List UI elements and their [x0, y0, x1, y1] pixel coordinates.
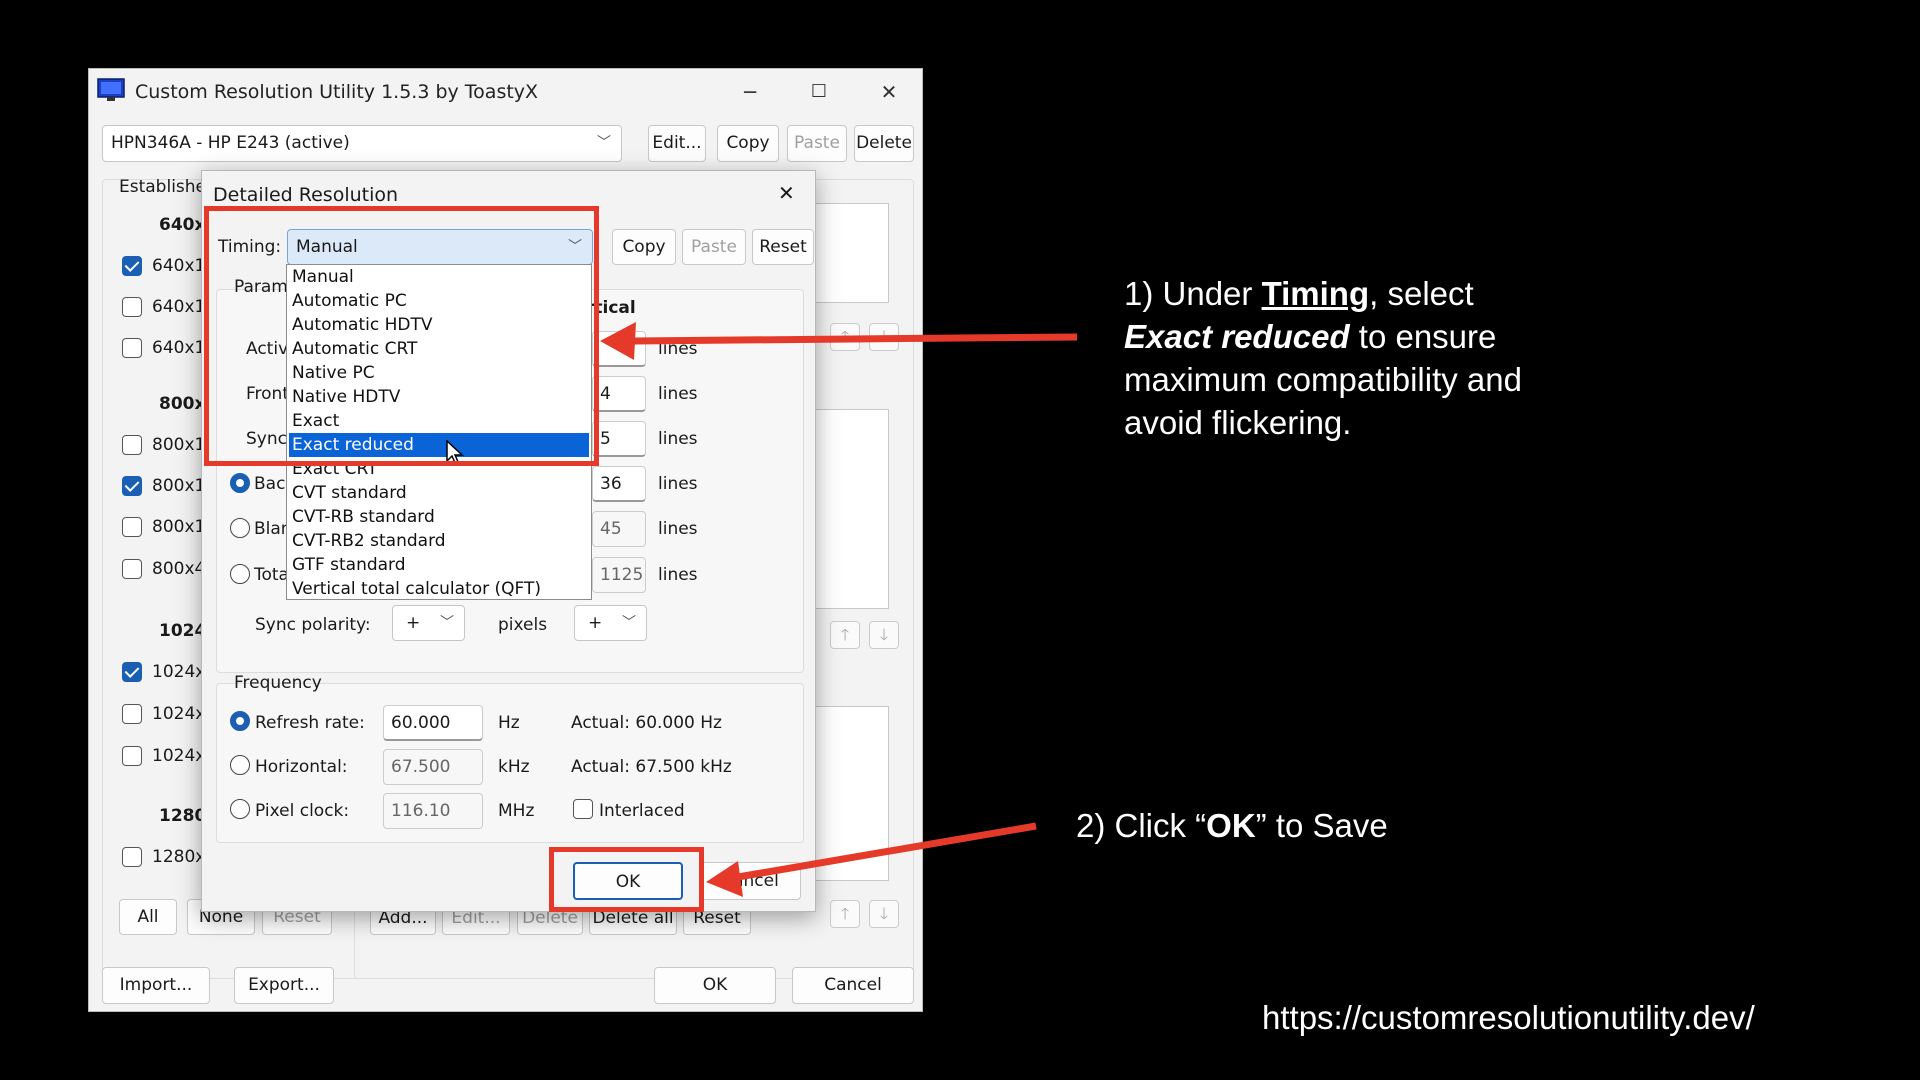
step2-prefix: 2) Click “ [1076, 807, 1207, 844]
arrow-2-line [737, 822, 1037, 881]
step1-line2-suffix: to ensure [1349, 318, 1497, 355]
step1-line1: 1) Under Timing, select [1124, 272, 1522, 315]
arrow-2-head-icon [706, 861, 743, 897]
step2-ok-em: OK [1206, 807, 1256, 844]
step1-annotation: 1) Under Timing, select Exact reduced to… [1124, 272, 1522, 444]
step1-line3: maximum compatibility and [1124, 361, 1522, 398]
step1-line1-prefix: 1) Under [1124, 275, 1262, 312]
step2-annotation: 2) Click “OK” to Save [1076, 804, 1388, 847]
arrow-1-head-icon [600, 322, 636, 360]
step1-line4: avoid flickering. [1124, 404, 1352, 441]
step1-timing-em: Timing [1261, 275, 1370, 312]
website-url[interactable]: https://customresolutionutility.dev/ [1262, 999, 1755, 1037]
step1-line2: Exact reduced to ensure [1124, 315, 1522, 358]
step2-suffix: ” to Save [1255, 807, 1388, 844]
step1-exact-reduced-em: Exact reduced [1124, 318, 1350, 355]
annotation-arrows [600, 322, 1078, 897]
step1-line1-suffix: , select [1369, 275, 1474, 312]
arrow-1-line [629, 333, 1078, 345]
